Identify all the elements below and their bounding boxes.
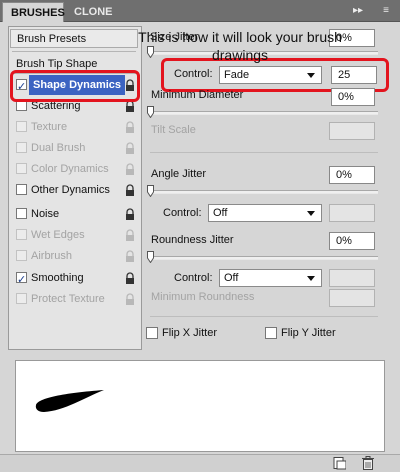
lock-icon[interactable] [124,272,136,284]
sidebar-item-smoothing[interactable]: ✓ Smoothing [12,268,138,288]
roundness-control-label: Control: [174,272,213,284]
angle-control-label: Control: [163,207,202,219]
sidebar-item-protect-texture[interactable]: Protect Texture [12,289,138,309]
trash-icon[interactable] [361,456,375,470]
callout-shape-dynamics [10,70,140,102]
checkbox [16,250,27,261]
slider-thumb-icon[interactable] [147,106,154,119]
sidebar-item-label: Noise [31,208,60,220]
checkbox [16,142,27,153]
brush-presets-button[interactable]: Brush Presets [10,29,138,48]
flip-y-label: Flip Y Jitter [281,327,336,339]
angle-jitter-label: Angle Jitter [151,168,207,180]
min-diameter-value[interactable]: 0% [331,88,375,106]
sidebar-item-color-dynamics[interactable]: Color Dynamics [12,159,138,179]
divider [150,316,378,317]
sidebar-item-airbrush[interactable]: Airbrush [12,246,138,266]
brush-stroke-image [34,387,106,415]
flip-x-checkbox[interactable] [146,327,158,339]
divider [150,152,378,153]
tab-brushes[interactable]: BRUSHES [2,2,65,22]
checkbox[interactable] [16,208,27,219]
tab-clone-source[interactable]: CLONE SOURCE [66,2,154,38]
flip-x-label: Flip X Jitter [162,327,218,339]
lock-icon[interactable] [124,142,136,154]
checkmark-icon: ✓ [17,274,27,286]
sidebar-item-label: Airbrush [31,250,72,262]
tilt-scale-value [329,122,375,140]
preview-caption: This is how it will look your brush draw… [138,29,342,63]
min-roundness-label: Minimum Roundness [151,291,255,303]
checkbox [16,229,27,240]
sidebar-item-label: Dual Brush [31,142,86,154]
new-brush-icon[interactable] [332,456,347,470]
sidebar-item-label: Wet Edges [31,229,85,241]
roundness-jitter-value[interactable]: 0% [329,232,375,250]
lock-icon[interactable] [124,229,136,241]
slider-thumb-icon[interactable] [147,185,154,198]
lock-icon[interactable] [124,163,136,175]
tilt-scale-label: Tilt Scale [151,124,196,136]
min-diameter-slider[interactable] [150,111,378,115]
panel-menu-icon[interactable]: ≡ [378,4,394,18]
sidebar-item-noise[interactable]: Noise [12,204,138,224]
angle-control-value [329,204,375,222]
lock-icon[interactable] [124,293,136,305]
angle-control-dropdown[interactable]: Off [208,204,322,222]
angle-jitter-slider[interactable] [150,190,378,194]
sidebar-item-other-dynamics[interactable]: Other Dynamics [12,180,138,200]
roundness-control-value [329,269,375,287]
min-diameter-label: Minimum Diameter [151,89,244,101]
flip-y-checkbox[interactable] [265,327,277,339]
min-roundness-value [329,289,375,307]
chevron-down-icon [307,211,315,216]
roundness-jitter-slider[interactable] [150,256,378,260]
checkbox[interactable] [16,184,27,195]
sidebar-item-wet-edges[interactable]: Wet Edges [12,225,138,245]
roundness-control-selected: Off [224,272,239,284]
checkbox [16,163,27,174]
angle-control-selected: Off [213,207,228,219]
lock-icon[interactable] [124,208,136,220]
sidebar-item-label: Texture [31,121,68,133]
checkbox[interactable]: ✓ [16,272,27,286]
sidebar-item-label: Other Dynamics [31,184,110,196]
sidebar-item-dual-brush[interactable]: Dual Brush [12,138,138,158]
slider-thumb-icon[interactable] [147,251,154,264]
checkbox [16,121,27,132]
roundness-jitter-label: Roundness Jitter [151,234,234,246]
sidebar-item-label: Smoothing [31,272,84,284]
sidebar-item-texture[interactable]: Texture [12,117,138,137]
divider [12,51,136,52]
double-arrow-icon[interactable]: ▸▸ [350,4,366,18]
checkbox [16,293,27,304]
chevron-down-icon [307,276,315,281]
sidebar-item-label: Color Dynamics [31,163,109,175]
sidebar-item-label: Protect Texture [31,293,105,305]
roundness-control-dropdown[interactable]: Off [219,269,322,287]
lock-icon[interactable] [124,184,136,196]
lock-icon[interactable] [124,121,136,133]
angle-jitter-value[interactable]: 0% [329,166,375,184]
lock-icon[interactable] [124,250,136,262]
